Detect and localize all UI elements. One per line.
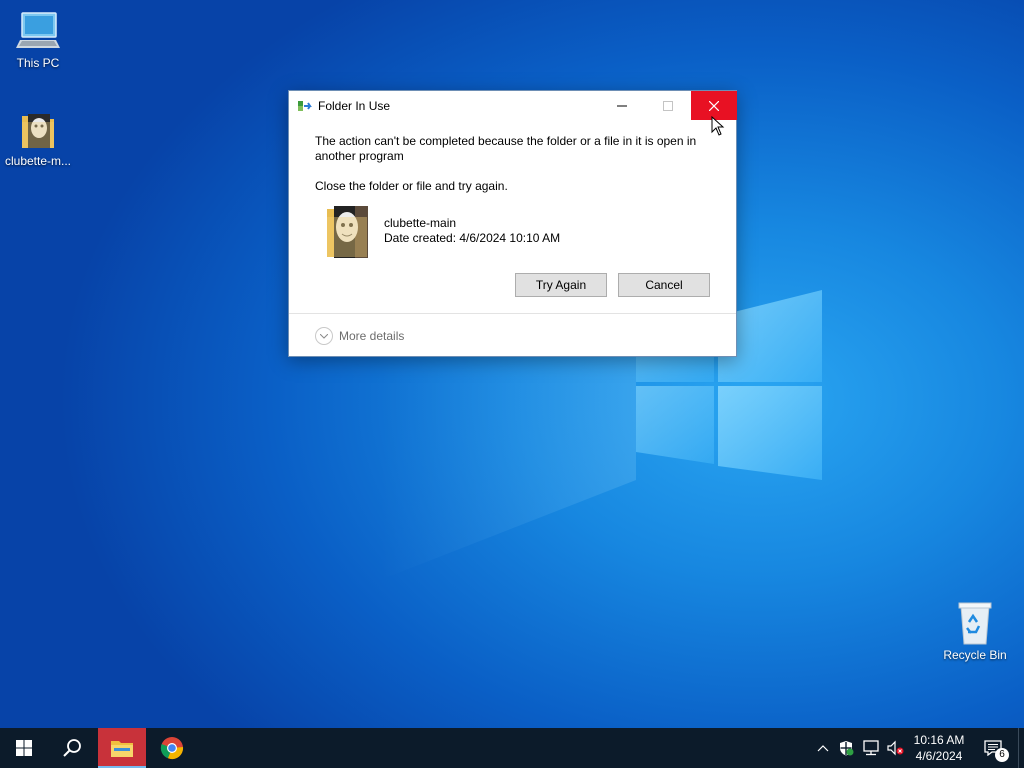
file-operation-icon bbox=[298, 101, 312, 111]
tray-volume[interactable] bbox=[884, 728, 906, 768]
chrome-icon bbox=[160, 737, 184, 760]
start-button[interactable] bbox=[0, 728, 48, 768]
security-icon bbox=[840, 741, 854, 756]
cancel-button[interactable]: Cancel bbox=[618, 273, 710, 297]
error-message: The action can't be completed because th… bbox=[315, 134, 697, 163]
clock-date: 4/6/2024 bbox=[915, 749, 963, 763]
action-center-button[interactable]: 6 bbox=[978, 728, 1009, 768]
taskbar-chrome[interactable] bbox=[148, 728, 196, 768]
network-icon bbox=[863, 740, 879, 756]
taskbar-clock[interactable]: 10:16 AM 4/6/2024 bbox=[904, 732, 974, 764]
show-desktop-button[interactable] bbox=[1018, 728, 1024, 768]
folder-thumbnail-icon bbox=[327, 206, 368, 258]
desktop-icon-recycle-bin[interactable]: Recycle Bin bbox=[937, 600, 1013, 662]
volume-muted-icon bbox=[887, 740, 904, 756]
file-explorer-icon bbox=[111, 741, 133, 757]
tray-security[interactable] bbox=[836, 728, 856, 768]
try-again-button[interactable]: Try Again bbox=[515, 273, 607, 297]
search-button[interactable] bbox=[48, 728, 96, 768]
instruction-text: Close the folder or file and try again. bbox=[315, 179, 508, 193]
minimize-icon bbox=[617, 105, 627, 106]
show-hidden-icons-button[interactable] bbox=[814, 728, 832, 768]
start-icon bbox=[16, 740, 32, 756]
this-pc-icon bbox=[16, 12, 60, 48]
tray-network[interactable] bbox=[860, 728, 882, 768]
desktop-icon-label: Recycle Bin bbox=[943, 648, 1007, 662]
close-icon bbox=[709, 100, 719, 111]
minimize-button[interactable] bbox=[599, 91, 645, 120]
more-details-label: More details bbox=[339, 329, 405, 343]
maximize-icon bbox=[663, 100, 673, 111]
mouse-cursor-icon bbox=[711, 116, 725, 136]
chevron-up-icon bbox=[817, 745, 829, 752]
desktop-icon-label: clubette-m... bbox=[4, 154, 72, 168]
clock-time: 10:16 AM bbox=[913, 733, 965, 747]
recycle-bin-icon bbox=[958, 602, 992, 645]
desktop-icon-label: This PC bbox=[16, 56, 60, 70]
file-name: clubette-main bbox=[384, 216, 457, 230]
desktop-icon-this-pc[interactable]: This PC bbox=[0, 10, 76, 70]
dialog-divider bbox=[289, 313, 736, 314]
file-date-created: Date created: 4/6/2024 10:10 AM bbox=[384, 231, 561, 245]
taskbar-file-explorer[interactable] bbox=[98, 728, 146, 768]
maximize-button bbox=[645, 91, 691, 120]
dialog-titlebar[interactable]: Folder In Use bbox=[289, 91, 737, 121]
folder-in-use-dialog: Folder In Use The action can't be comple… bbox=[288, 90, 737, 357]
folder-icon bbox=[22, 114, 54, 148]
notification-count-badge: 6 bbox=[995, 748, 1009, 762]
taskbar: 10:16 AM 4/6/2024 6 bbox=[0, 728, 1024, 768]
desktop-icon-clubette[interactable]: clubette-m... bbox=[0, 110, 76, 168]
chevron-down-icon bbox=[315, 327, 333, 345]
dialog-title: Folder In Use bbox=[318, 99, 391, 113]
more-details-toggle[interactable]: More details bbox=[315, 327, 404, 345]
search-icon bbox=[63, 739, 81, 757]
